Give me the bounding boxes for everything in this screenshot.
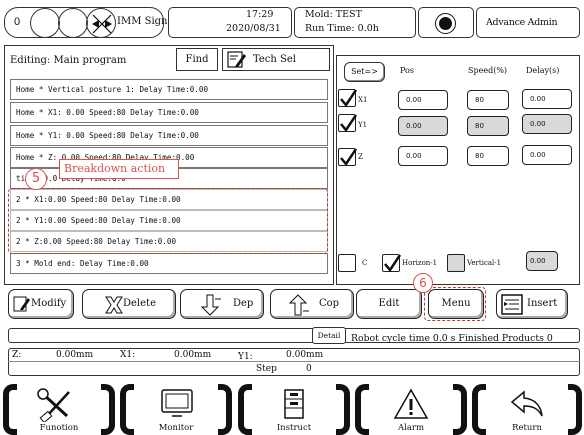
z-delay-field[interactable]: 0.00 — [522, 145, 572, 165]
clock-date: 2020/08/31 — [226, 23, 281, 34]
tools-icon — [37, 388, 77, 425]
vertical-checkbox[interactable] — [447, 254, 465, 272]
monitor-icon — [160, 388, 194, 421]
insert-icon — [501, 294, 525, 319]
insert-button[interactable]: Insert — [496, 289, 568, 319]
program-row[interactable]: Home * Vertical posture 1: Delay Time:0.… — [10, 79, 328, 100]
servo-icon — [86, 8, 116, 38]
z-pos-value: 0.00mm — [56, 350, 94, 360]
breakdown-highlight — [8, 188, 328, 254]
alarm-nav-button[interactable]: Alarm — [355, 384, 467, 435]
z-label: Z — [358, 153, 363, 161]
run-time: Run Time: 0.0h — [305, 23, 379, 34]
tech-sel-button[interactable]: Tech Sel — [222, 48, 330, 71]
delete-label: Delete — [123, 298, 156, 309]
vertical-label: Vertical-1 — [467, 259, 502, 267]
instruct-nav-button[interactable]: Instruct — [238, 384, 350, 435]
edit-button[interactable]: Edit — [356, 289, 422, 319]
y1-speed-field[interactable]: 80 — [467, 116, 509, 136]
mold-name: Mold: TEST — [305, 9, 362, 20]
x1-pos-field[interactable]: 0.00 — [398, 90, 448, 110]
x1-label: X1 — [358, 96, 368, 104]
x1-pos-value: 0.00mm — [174, 350, 212, 360]
z-pos-field[interactable]: 0.00 — [398, 146, 448, 166]
x1-pos-label: X1: — [120, 350, 136, 360]
col-pos-header: Pos — [400, 66, 414, 75]
dep-button[interactable]: Dep — [180, 289, 264, 319]
record-box[interactable] — [418, 7, 474, 38]
c-checkbox[interactable] — [338, 254, 356, 272]
program-row[interactable]: Home * Y1: 0.00 Speed:80 Delay Time:0.00 — [10, 125, 328, 146]
cop-button[interactable]: Cop — [270, 289, 354, 319]
record-icon — [435, 13, 456, 34]
horizon-label: Horizon-1 — [402, 259, 438, 267]
monitor-nav-button[interactable]: Monitor — [120, 384, 232, 435]
find-button[interactable]: Find — [176, 48, 218, 71]
y1-pos-value: 0.00mm — [286, 350, 324, 360]
arrow-up-icon — [288, 293, 311, 320]
cop-label: Cop — [319, 298, 340, 309]
status-circle-2 — [58, 8, 88, 38]
z-checkbox[interactable] — [338, 148, 358, 167]
delete-button[interactable]: Delete — [82, 289, 176, 319]
callout-number-6: 6 — [413, 273, 433, 293]
breakdown-callout: Breakdown action — [59, 159, 179, 179]
callout-number-5: 5 — [25, 168, 47, 190]
return-nav-button[interactable]: Return — [472, 384, 582, 435]
program-row[interactable]: Home * X1: 0.00 Speed:80 Delay Time:0.00 — [10, 102, 328, 123]
edit-label: Edit — [378, 298, 400, 309]
cycle-info: Robot cycle time 0.0 s Finished Products… — [351, 333, 553, 344]
arrow-down-icon — [200, 293, 223, 320]
col-speed-header: Speed(%) — [468, 66, 508, 75]
horizon-checkbox[interactable] — [382, 254, 402, 273]
z-pos-label: Z: — [12, 350, 22, 360]
function-label: Funotion — [39, 423, 79, 433]
z-speed-field[interactable]: 80 — [467, 146, 509, 166]
find-label: Find — [185, 54, 209, 65]
pencil-icon — [13, 295, 31, 316]
modify-button[interactable]: Modify — [8, 289, 74, 319]
clock-time: 17:29 — [246, 9, 274, 20]
x1-checkbox[interactable] — [338, 89, 358, 108]
editing-title: Editing: Main program — [10, 55, 127, 66]
y1-label: Y1 — [358, 121, 368, 129]
monitor-label: Monitor — [158, 423, 194, 433]
y1-pos-field[interactable]: 0.00 — [398, 116, 448, 136]
set-button[interactable]: Set=> — [344, 62, 385, 82]
alarm-label: Alarm — [397, 423, 425, 433]
program-row[interactable]: 3 * Mold end: Delay Time:0.00 — [10, 253, 328, 274]
position-divider — [8, 361, 580, 362]
step-value: 0 — [306, 364, 312, 374]
modify-label: Modify — [31, 298, 67, 309]
return-label: Return — [512, 423, 542, 433]
pencil-note-icon — [227, 51, 247, 68]
status-circle-1 — [30, 8, 60, 38]
step-label: Step — [256, 364, 277, 374]
dep-label: Dep — [233, 298, 254, 309]
c-label: C — [362, 259, 368, 267]
insert-label: Insert — [527, 298, 558, 309]
y1-delay-field[interactable]: 0.00 — [522, 114, 572, 134]
y1-checkbox[interactable] — [338, 114, 358, 133]
menu-highlight — [424, 287, 486, 321]
delete-x-icon — [103, 295, 125, 318]
return-arrow-icon — [510, 390, 544, 421]
counter-value: 0 — [14, 16, 21, 28]
function-nav-button[interactable]: Funotion — [3, 384, 115, 435]
posture-delay-field[interactable]: 0.00 — [526, 251, 558, 271]
x1-delay-field[interactable]: 0.00 — [522, 89, 572, 109]
user-name: Advance Admin — [486, 17, 558, 28]
alarm-icon — [393, 388, 429, 423]
instruct-label: Instruct — [276, 423, 312, 433]
x1-speed-field[interactable]: 80 — [467, 90, 509, 110]
detail-button[interactable]: Detail — [312, 327, 346, 344]
file-cabinet-icon — [280, 388, 308, 423]
tech-sel-label: Tech Sel — [253, 54, 296, 65]
col-delay-header: Delay(s) — [526, 66, 560, 75]
